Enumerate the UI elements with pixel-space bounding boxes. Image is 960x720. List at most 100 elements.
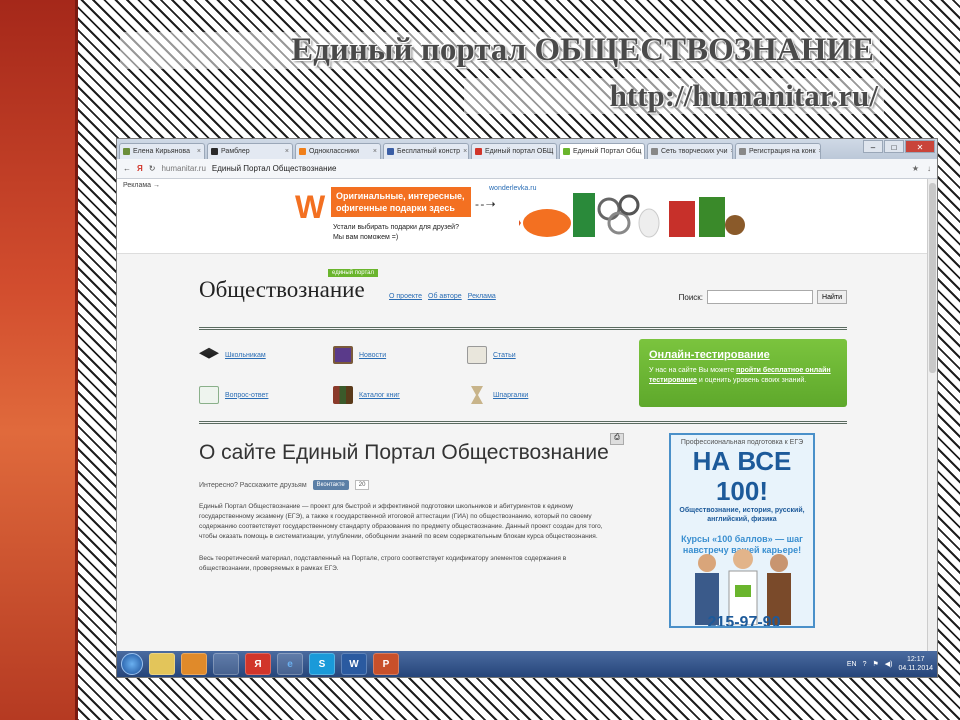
scrollbar-thumb[interactable]: [929, 183, 936, 373]
help-icon[interactable]: ?: [863, 661, 867, 668]
hourglass-icon: [471, 386, 483, 404]
tab-4[interactable]: Единый портал ОБЩ×: [471, 143, 557, 159]
volume-icon[interactable]: ◀): [885, 660, 893, 668]
ad-toys-image: [519, 193, 745, 238]
nav-label[interactable]: Каталог книг: [359, 392, 400, 399]
browser-screenshot: Елена Кирьянова × Рамблер × Одноклассники ×…: [116, 138, 938, 678]
rocket-icon[interactable]: [213, 653, 239, 675]
about-paragraph-1: Единый Портал Обществознание — проект дл…: [199, 503, 603, 540]
ad-headline[interactable]: Оригинальные, интересные, офигенные пода…: [331, 187, 471, 217]
explorer-icon[interactable]: [149, 653, 175, 675]
close-icon[interactable]: ×: [557, 148, 558, 155]
window-controls: – □ ✕: [863, 140, 935, 153]
language-indicator[interactable]: EN: [847, 661, 857, 668]
tab-3[interactable]: Бесплатный констр ×: [383, 143, 469, 159]
tab-label: Регистрация на конк: [749, 148, 816, 155]
slide-side-band: [0, 0, 78, 720]
tab-label: Рамблер: [221, 148, 250, 155]
nav-item-students[interactable]: Школьникам: [199, 346, 266, 364]
star-icon[interactable]: ★: [912, 164, 919, 173]
nav-item-news[interactable]: Новости: [333, 346, 386, 364]
share-bar: Интересно? Расскажите друзьям Вконтакте …: [199, 480, 619, 490]
favicon-icon: [475, 148, 482, 155]
close-window-button[interactable]: ✕: [905, 140, 935, 153]
online-testing-box[interactable]: Онлайн-тестирование У нас на сайте Вы мо…: [639, 339, 847, 407]
flag-icon[interactable]: ⚑: [872, 660, 878, 668]
tab-label: Одноклассники: [309, 148, 360, 155]
tab-0[interactable]: Елена Кирьянова ×: [119, 143, 205, 159]
nav-label[interactable]: Статьи: [493, 352, 516, 359]
address-actions: ★ ↓: [912, 164, 931, 173]
tab-7[interactable]: Регистрация на конк×: [735, 143, 821, 159]
back-icon[interactable]: ←: [123, 164, 131, 173]
print-icon[interactable]: ⎙: [610, 433, 624, 445]
link-about-author[interactable]: Об авторе: [428, 293, 462, 300]
about-paragraph-2: Весь теоретический материал, подставленн…: [199, 555, 567, 572]
favicon-icon: [739, 148, 746, 155]
address-url[interactable]: humanitar.ru: [161, 164, 205, 173]
nav-label[interactable]: Вопрос-ответ: [225, 392, 268, 399]
taskbar: Я e S W P EN ? ⚑ ◀) 12:17 04.11.2014: [117, 651, 937, 677]
nav-item-cheatsheets[interactable]: Шпаргалки: [467, 386, 528, 404]
yandex-browser-icon[interactable]: Я: [245, 653, 271, 675]
skype-icon[interactable]: S: [309, 653, 335, 675]
tab-2[interactable]: Одноклассники ×: [295, 143, 381, 159]
maximize-button[interactable]: □: [884, 140, 904, 153]
nav-item-articles[interactable]: Статьи: [467, 346, 516, 364]
reload-icon[interactable]: ↻: [149, 164, 156, 173]
search-input[interactable]: [707, 290, 814, 304]
search-button[interactable]: Найти: [817, 290, 847, 304]
tab-label: Сеть творческих учи: [661, 148, 728, 155]
close-icon[interactable]: ×: [731, 148, 732, 155]
word-icon[interactable]: W: [341, 653, 367, 675]
media-player-icon[interactable]: [181, 653, 207, 675]
slide-title: Единый портал ОБЩЕСТВОЗНАНИЕ: [120, 32, 880, 69]
ad-logo: W: [295, 189, 326, 225]
side-ad-headline: НА ВСЕ 100!: [692, 446, 792, 506]
online-testing-title[interactable]: Онлайн-тестирование: [649, 349, 837, 361]
internet-explorer-icon[interactable]: e: [277, 653, 303, 675]
ad-label[interactable]: Реклама →: [123, 182, 160, 189]
online-text-post: и оценить уровень своих знаний.: [698, 377, 807, 384]
address-title: Единый Портал Обществознание: [211, 164, 337, 173]
nav-item-qa[interactable]: Вопрос-ответ: [199, 386, 268, 404]
site-logo[interactable]: Обществознание: [199, 277, 365, 303]
link-about-project[interactable]: О проекте: [389, 293, 422, 300]
minimize-button[interactable]: –: [863, 140, 883, 153]
close-icon[interactable]: ×: [819, 148, 820, 155]
yandex-icon[interactable]: Я: [137, 164, 143, 173]
link-ads[interactable]: Реклама: [468, 293, 496, 300]
side-ad[interactable]: Профессиональная подготовка к ЕГЭ НА ВСЕ…: [669, 433, 815, 628]
side-ad-top: Профессиональная подготовка к ЕГЭ: [680, 439, 804, 446]
vk-share-button[interactable]: Вконтакте: [312, 480, 349, 490]
nav-item-catalog[interactable]: Каталог книг: [333, 386, 400, 404]
favicon-icon: [299, 148, 306, 155]
start-button[interactable]: [121, 653, 143, 675]
students-image: [695, 549, 791, 625]
close-icon[interactable]: ×: [644, 148, 645, 155]
slide-url[interactable]: http://humanitar.ru/: [464, 78, 884, 114]
close-icon[interactable]: ×: [373, 148, 377, 155]
ad-sub-line-2: Мы вам поможем =): [333, 234, 399, 241]
nav-label[interactable]: Новости: [359, 352, 386, 359]
close-icon[interactable]: ×: [197, 148, 201, 155]
tab-1[interactable]: Рамблер ×: [207, 143, 293, 159]
download-icon[interactable]: ↓: [927, 164, 931, 173]
clock[interactable]: 12:17 04.11.2014: [898, 655, 933, 673]
close-icon[interactable]: ×: [285, 148, 289, 155]
powerpoint-icon[interactable]: P: [373, 653, 399, 675]
favicon-icon: [563, 148, 570, 155]
graduation-cap-icon: [199, 347, 219, 359]
nav-label[interactable]: Шпаргалки: [493, 392, 528, 399]
books-icon: [333, 386, 353, 404]
ad-banner[interactable]: Реклама → W Оригинальные, интересные, оф…: [117, 179, 937, 254]
nav-label[interactable]: Школьникам: [225, 352, 266, 359]
tab-5[interactable]: Единый Портал Общ×: [559, 143, 645, 159]
tab-label: Елена Кирьянова: [133, 148, 190, 155]
tab-6[interactable]: Сеть творческих учи×: [647, 143, 733, 159]
vertical-scrollbar[interactable]: [927, 179, 937, 659]
close-icon[interactable]: ×: [463, 148, 467, 155]
address-bar: ← Я ↻ humanitar.ru Единый Портал Обществ…: [117, 159, 937, 179]
arrow-icon: - - ➝: [475, 197, 496, 211]
tab-label: Единый портал ОБЩ: [485, 148, 554, 155]
